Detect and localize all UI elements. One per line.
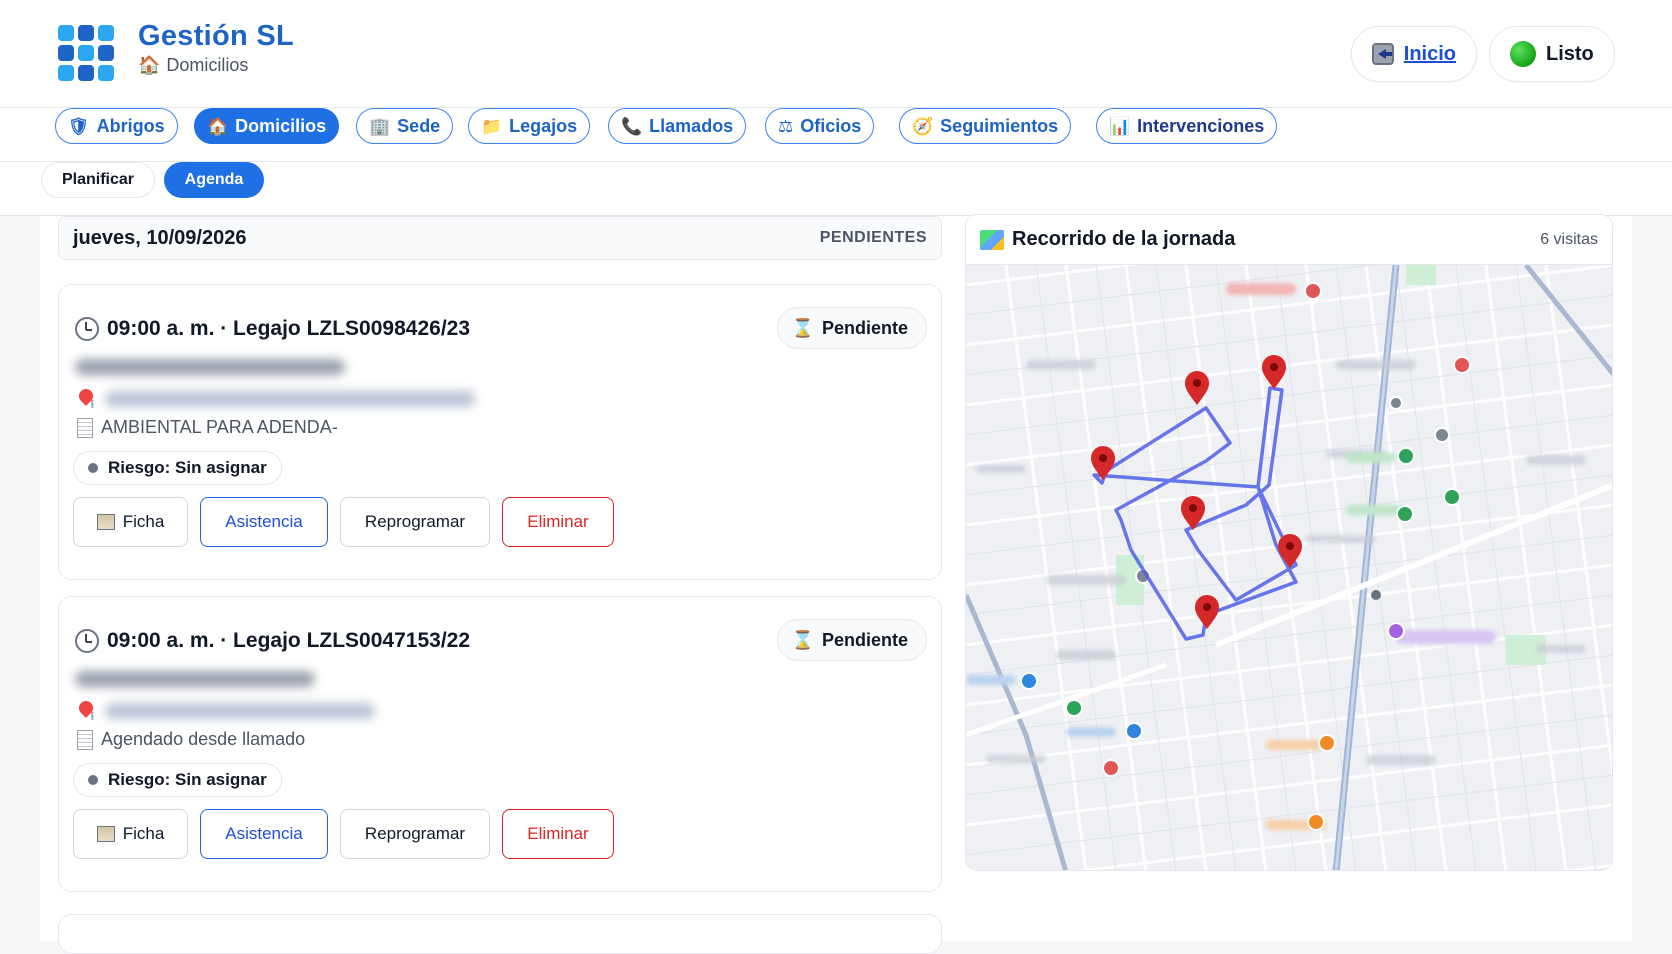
visit-note: Agendado desde llamado (77, 729, 305, 750)
redacted-address (105, 703, 375, 719)
tab-intervenciones[interactable]: 📊 Intervenciones (1096, 108, 1278, 144)
visit-card-partial (58, 914, 942, 954)
module-tabs: 🛡 Abrigos 🏠 Domicilios 🏢 Sede 📁 Legajos … (0, 108, 1672, 162)
visit-card: 09:00 a. m. · Legajo LZLS0047153/22 ⌛ Pe… (58, 596, 942, 892)
status-badge-text: Pendiente (821, 629, 908, 650)
tab-label: Legajos (509, 115, 578, 136)
location-pin-icon (76, 698, 96, 718)
building-icon: 🏢 (369, 116, 391, 136)
visit-title-text: 09:00 a. m. · Legajo LZLS0047153/22 (107, 629, 471, 652)
tab-label: Seguimientos (940, 115, 1059, 136)
redacted-person-name (75, 359, 345, 375)
tab-label: Intervenciones (1137, 115, 1265, 136)
location-pin-icon (76, 386, 96, 406)
tab-planificar[interactable]: Planificar (41, 162, 155, 198)
ficha-button[interactable]: Ficha (73, 497, 188, 547)
route-map-header: Recorrido de la jornada 6 visitas (966, 215, 1612, 265)
tab-oficios[interactable]: ⚖ Oficios (765, 108, 875, 144)
back-arrow-icon (1372, 43, 1394, 65)
agenda-date-bar: jueves, 10/09/2026 PENDIENTES (58, 216, 942, 260)
asistencia-button[interactable]: Asistencia (200, 809, 328, 859)
eliminar-button[interactable]: Eliminar (502, 809, 614, 859)
reprogramar-button[interactable]: Reprogramar (340, 809, 490, 859)
green-status-dot-icon (1510, 41, 1536, 67)
status-badge-text: Pendiente (821, 317, 908, 338)
map-icon (980, 229, 1004, 250)
tab-sede[interactable]: 🏢 Sede (356, 108, 454, 144)
route-map[interactable] (966, 265, 1613, 871)
listo-label: Listo (1546, 42, 1594, 65)
reprogramar-button[interactable]: Reprogramar (340, 497, 490, 547)
tab-seguimientos[interactable]: 🧭 Seguimientos (899, 108, 1072, 144)
tab-legajos[interactable]: 📁 Legajos (468, 108, 591, 144)
agenda-status: PENDIENTES (819, 229, 927, 246)
visit-note: AMBIENTAL PARA ADENDA- (77, 417, 338, 438)
sub-tabs: Planificar Agenda (0, 162, 1672, 216)
house-icon: 🏠 (207, 116, 229, 136)
app-subtitle: 🏠 Domicilios (138, 55, 248, 76)
app-subtitle-text: Domicilios (166, 55, 249, 75)
visit-title: 09:00 a. m. · Legajo LZLS0047153/22 (75, 629, 470, 653)
clock-icon (75, 629, 99, 653)
file-card-icon (96, 514, 115, 530)
inicio-link[interactable]: Inicio (1404, 43, 1456, 66)
inicio-button[interactable]: Inicio (1351, 26, 1477, 82)
risk-badge: Riesgo: Sin asignar (73, 763, 282, 797)
tab-abrigos[interactable]: 🛡 Abrigos (55, 108, 178, 144)
tab-label: Sede (397, 115, 441, 136)
visit-card: 09:00 a. m. · Legajo LZLS0098426/23 ⌛ Pe… (58, 284, 942, 580)
visit-note-text: Agendado desde llamado (101, 729, 306, 749)
risk-badge: Riesgo: Sin asignar (73, 451, 282, 485)
shield-icon: 🛡 (68, 116, 90, 136)
risk-badge-text: Riesgo: Sin asignar (108, 770, 267, 789)
risk-dot-icon (88, 463, 98, 473)
tab-label: Llamados (649, 115, 734, 136)
note-icon (77, 729, 93, 750)
ficha-label: Ficha (122, 512, 165, 531)
risk-dot-icon (88, 775, 98, 785)
route-map-title-text: Recorrido de la jornada (1012, 228, 1236, 250)
phone-icon: 📞 (621, 116, 643, 136)
house-icon: 🏠 (138, 55, 161, 75)
tab-label: Oficios (800, 115, 862, 136)
bar-chart-icon: 📊 (1109, 116, 1131, 136)
route-map-title: Recorrido de la jornada (980, 228, 1235, 251)
redacted-address (105, 391, 475, 407)
compass-icon: 🧭 (912, 116, 934, 136)
note-icon (77, 417, 93, 438)
folder-icon: 📁 (481, 116, 503, 136)
status-badge: ⌛ Pendiente (776, 619, 927, 661)
tab-agenda[interactable]: Agenda (164, 162, 264, 198)
asistencia-button[interactable]: Asistencia (200, 497, 328, 547)
risk-badge-text: Riesgo: Sin asignar (108, 458, 267, 477)
agenda-date: jueves, 10/09/2026 (73, 226, 247, 249)
eliminar-button[interactable]: Eliminar (502, 497, 614, 547)
app-logo-icon (58, 25, 116, 81)
ficha-button[interactable]: Ficha (73, 809, 188, 859)
visit-title-text: 09:00 a. m. · Legajo LZLS0098426/23 (107, 317, 471, 340)
visit-title: 09:00 a. m. · Legajo LZLS0098426/23 (75, 317, 470, 341)
app-header: Gestión SL 🏠 Domicilios Inicio Listo (0, 0, 1672, 108)
tab-domicilios[interactable]: 🏠 Domicilios (194, 108, 340, 144)
ficha-label: Ficha (122, 824, 165, 843)
hourglass-icon: ⌛ (791, 629, 814, 650)
route-map-panel: Recorrido de la jornada 6 visitas (965, 214, 1613, 871)
listo-status-button[interactable]: Listo (1489, 26, 1615, 82)
tab-label: Domicilios (235, 115, 327, 136)
redacted-person-name (75, 671, 315, 687)
file-card-icon (96, 826, 115, 842)
agenda-main: jueves, 10/09/2026 PENDIENTES 09:00 a. m… (40, 214, 1632, 954)
clock-icon (75, 317, 99, 341)
status-badge: ⌛ Pendiente (776, 307, 927, 349)
visit-note-text: AMBIENTAL PARA ADENDA- (101, 417, 338, 437)
hourglass-icon: ⌛ (791, 317, 814, 338)
app-title: Gestión SL (138, 20, 295, 52)
tab-label: Abrigos (96, 115, 165, 136)
visit-count: 6 visitas (1540, 230, 1598, 248)
tab-llamados[interactable]: 📞 Llamados (608, 108, 747, 144)
scales-icon: ⚖ (778, 116, 794, 136)
